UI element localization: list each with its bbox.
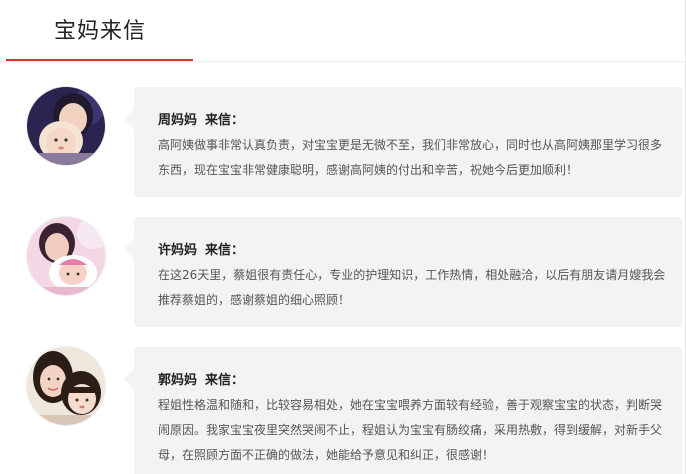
letter-title: 许妈妈 来信： bbox=[158, 241, 668, 261]
title-underline bbox=[6, 59, 193, 61]
letter-text: 程姐性格温和随和，比较容易相处，她在宝宝喂养方面较有经验，善于观察宝宝的状态，判… bbox=[158, 398, 663, 462]
letter-text: 高阿姨做事非常认真负责，对宝宝更是无微不至，我们非常放心，同时也从高阿姨那里学习… bbox=[158, 138, 663, 177]
avatar bbox=[26, 216, 106, 296]
letter-text: 在这26天里，蔡姐很有责任心，专业的护理知识，工作热情，相处融洽，以后有朋友请月… bbox=[158, 268, 666, 307]
letter-suffix: 来信： bbox=[205, 113, 245, 128]
letter-suffix: 来信： bbox=[205, 243, 245, 258]
letter-author: 许妈妈 bbox=[158, 243, 198, 258]
letter-title: 周妈妈 来信： bbox=[158, 111, 668, 131]
letter-bubble: 许妈妈 来信： 在这26天里，蔡姐很有责任心，专业的护理知识，工作热情，相处融洽，… bbox=[124, 217, 682, 327]
letter-bubble: 郭妈妈 来信： 程姐性格温和随和，比较容易相处，她在宝宝喂养方面较有经验，善于观察… bbox=[124, 347, 682, 474]
page: 宝妈来信 周妈妈 来信： 高阿姨做事非常认真负责，对宝宝更是无微不至，我们非常放… bbox=[0, 0, 686, 474]
section-header: 宝妈来信 bbox=[0, 0, 686, 62]
letter-bubble: 周妈妈 来信： 高阿姨做事非常认真负责，对宝宝更是无微不至，我们非常放心，同时也从… bbox=[124, 87, 682, 197]
letter-author: 周妈妈 bbox=[158, 113, 198, 128]
avatar-photo bbox=[27, 87, 105, 165]
letter-title: 郭妈妈 来信： bbox=[158, 371, 668, 391]
avatar bbox=[26, 86, 106, 166]
letter-suffix: 来信： bbox=[205, 373, 245, 388]
section-title: 宝妈来信 bbox=[54, 19, 147, 44]
avatar-photo bbox=[27, 217, 105, 295]
avatar bbox=[26, 346, 106, 426]
avatar-photo bbox=[27, 347, 105, 425]
letter-author: 郭妈妈 bbox=[158, 373, 198, 388]
